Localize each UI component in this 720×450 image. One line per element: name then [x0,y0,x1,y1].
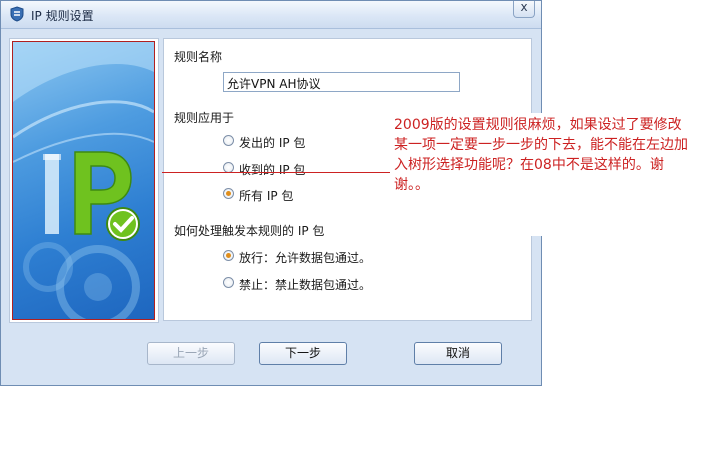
next-button[interactable]: 下一步 [259,342,347,365]
annotation-note: 2009版的设置规则很麻烦，如果设过了要修改某一项一定要一步一步的下去，能不能在… [390,113,690,236]
radio-label: 收到的 IP 包 [239,163,306,177]
radio-button-selected[interactable] [223,250,234,261]
side-illustration-panel [9,38,159,323]
radio-label: 放行：允许数据包通过。 [239,251,372,265]
cancel-button[interactable]: 取消 [414,342,502,365]
title-bar[interactable]: IP 规则设置 x [1,0,541,29]
rule-name-input[interactable]: 允许VPN AH协议 [223,72,460,92]
apply-to-label: 规则应用于 [174,111,235,125]
window-title: IP 规则设置 [31,9,94,23]
annotation-pointer-line [162,172,390,173]
ip-logo-illustration [12,41,155,320]
annotation-text: 2009版的设置规则很麻烦，如果设过了要修改某一项一定要一步一步的下去，能不能在… [394,117,688,193]
radio-button-selected[interactable] [223,188,234,199]
radio-label: 禁止：禁止数据包通过。 [239,278,372,292]
back-button[interactable]: 上一步 [147,342,235,365]
close-button[interactable]: x [513,0,535,18]
radio-button[interactable] [223,277,234,288]
radio-label: 发出的 IP 包 [239,136,306,150]
rule-name-label: 规则名称 [174,50,223,64]
radio-label: 所有 IP 包 [239,189,294,203]
close-icon: x [520,0,528,14]
radio-button[interactable] [223,135,234,146]
shield-icon [10,6,24,22]
action-label: 如何处理触发本规则的 IP 包 [174,224,325,238]
